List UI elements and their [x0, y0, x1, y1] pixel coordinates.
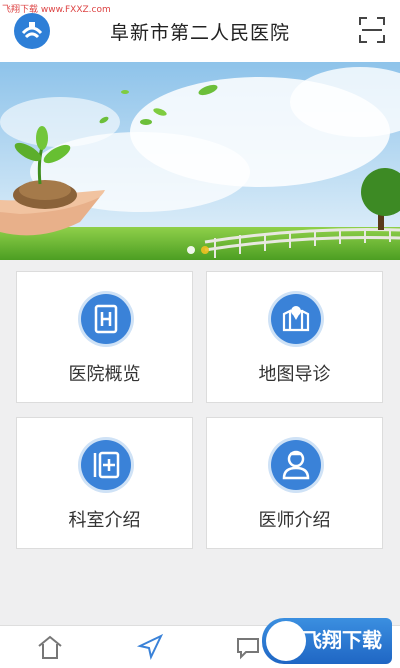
promo-badge: 飞翔下载: [262, 618, 392, 664]
page-title: 阜新市第二人民医院: [109, 22, 290, 44]
card-label: 医院概览: [68, 364, 141, 385]
banner-image: [0, 62, 400, 260]
doctor-icon: [271, 440, 321, 490]
chat-icon[interactable]: [234, 633, 262, 661]
app-header: 飞翔下载 www.FXXZ.com 阜新市第二人民医院: [0, 0, 400, 63]
bird-logo-icon: [266, 621, 306, 661]
carousel-indicator[interactable]: [187, 246, 209, 254]
card-label: 医师介绍: [258, 510, 331, 531]
feature-grid: 医院概览 地图导诊 科室介绍 医师介绍: [16, 271, 384, 551]
carousel-dot-active[interactable]: [201, 246, 209, 254]
scan-button[interactable]: [358, 16, 386, 44]
hospital-overview-card[interactable]: 医院概览: [16, 271, 193, 403]
home-icon[interactable]: [36, 633, 64, 661]
promo-text: 飞翔下载: [302, 628, 382, 652]
scan-icon: [359, 17, 385, 43]
map-icon: [271, 294, 321, 344]
banner-carousel[interactable]: [0, 62, 400, 260]
map-guide-card[interactable]: 地图导诊: [206, 271, 383, 403]
hospital-icon: [81, 294, 131, 344]
card-label: 地图导诊: [258, 364, 331, 385]
doctor-card[interactable]: 医师介绍: [206, 417, 383, 549]
carousel-dot[interactable]: [187, 246, 195, 254]
department-card[interactable]: 科室介绍: [16, 417, 193, 549]
card-label: 科室介绍: [68, 510, 141, 531]
navigation-icon[interactable]: [136, 633, 164, 661]
department-icon: [81, 440, 131, 490]
